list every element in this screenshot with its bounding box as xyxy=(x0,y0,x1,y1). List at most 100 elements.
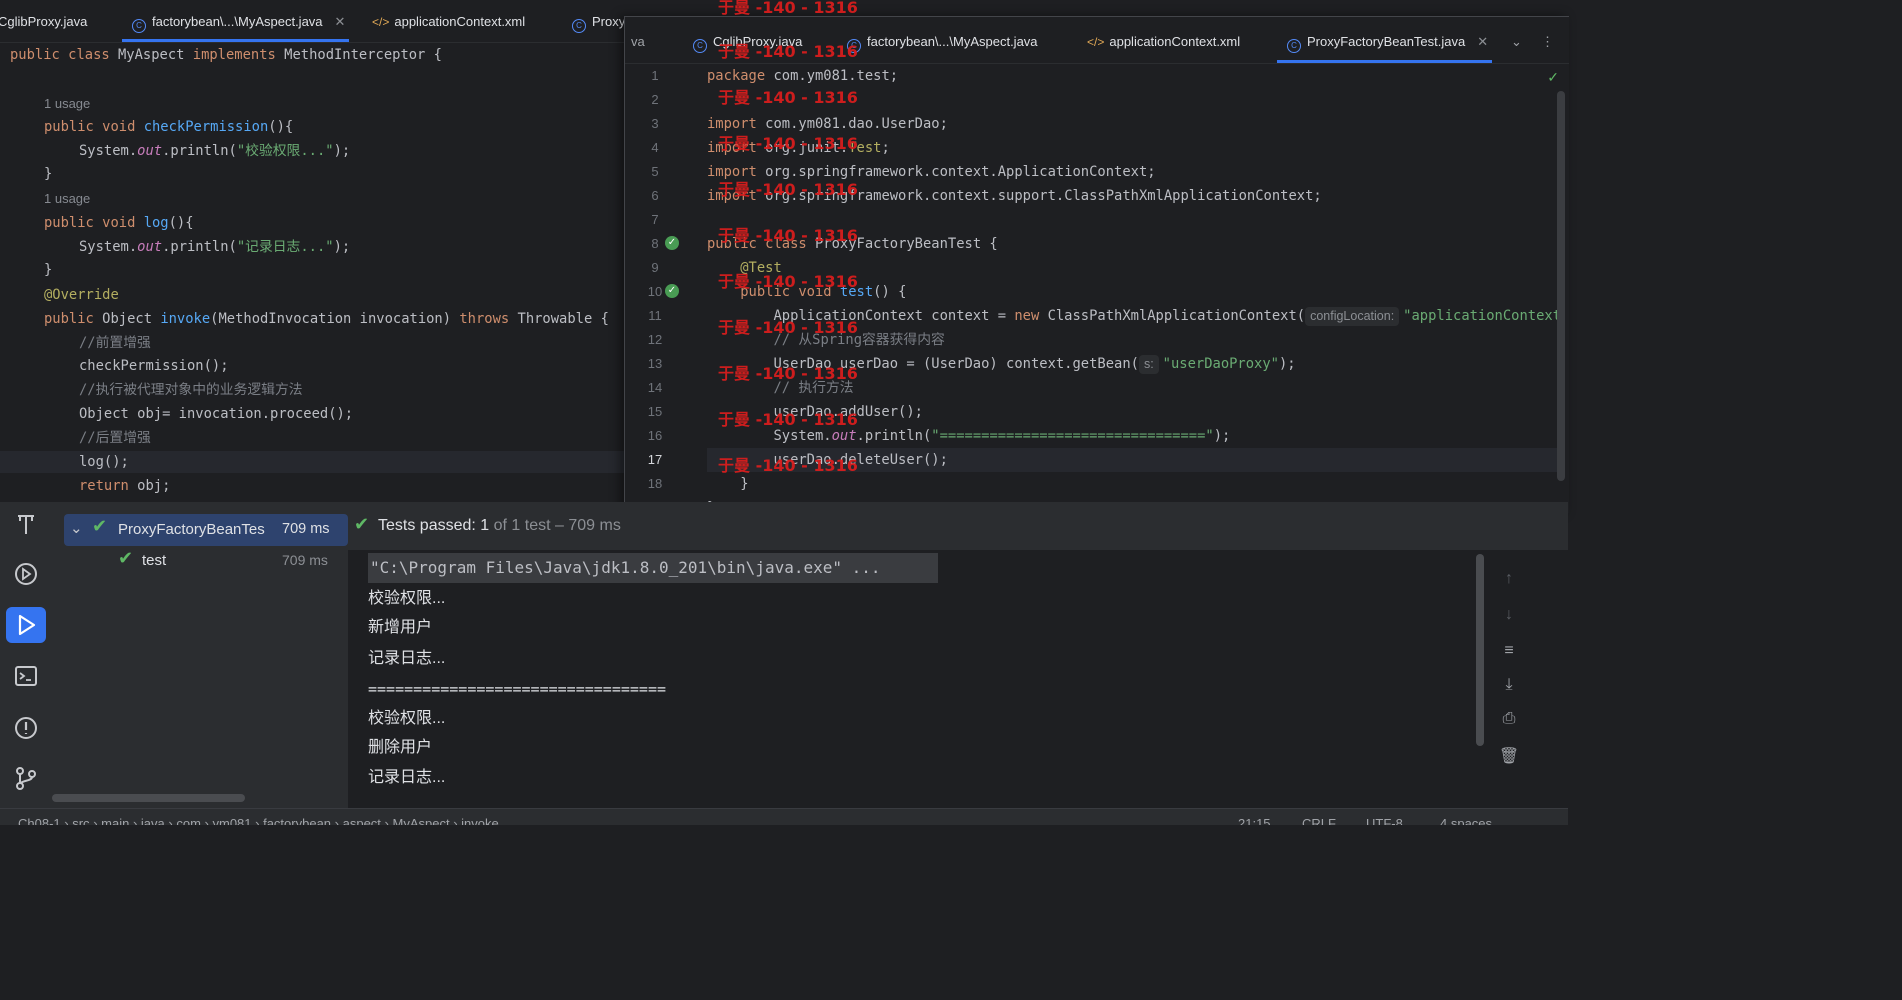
run-test-class-icon[interactable]: ✓ xyxy=(665,236,679,250)
code-line: return obj; xyxy=(79,478,171,494)
no-problems-check-icon[interactable]: ✓ xyxy=(1547,69,1559,86)
tab-label: Proxy xyxy=(592,14,626,29)
left-code-area[interactable]: public class MyAspect implements MethodI… xyxy=(0,44,626,502)
class-icon: C xyxy=(132,19,146,33)
breadcrumb[interactable]: Ch08-1 › src › main › java › com › ym081… xyxy=(18,816,499,825)
chevron-right-icon: › xyxy=(93,816,102,825)
tree-scrollbar[interactable] xyxy=(52,794,245,802)
tab-label: applicationContext.xml xyxy=(1109,34,1241,49)
soft-wrap-icon[interactable]: ≡ xyxy=(1498,642,1520,660)
close-icon[interactable]: ✕ xyxy=(335,14,346,29)
test-class-label: ProxyFactoryBeanTes xyxy=(118,521,265,538)
breadcrumb-item[interactable]: Ch08-1 xyxy=(18,816,61,825)
class-icon: C xyxy=(572,19,586,33)
test-status: Tests passed: 1 of 1 test – 709 ms xyxy=(378,517,621,535)
editor-scrollbar[interactable] xyxy=(1557,91,1565,481)
tab-label: factorybean\...\MyAspect.java xyxy=(152,14,323,29)
test-results-tree: ⌄ ✔ ProxyFactoryBeanTes 709 ms ✔ test 70… xyxy=(52,502,348,808)
breadcrumb-item[interactable]: src xyxy=(72,816,89,825)
chevron-right-icon: › xyxy=(132,816,141,825)
tab-label: ProxyFactoryBeanTest.java xyxy=(1307,34,1466,49)
more-options-icon[interactable]: ⋮ xyxy=(1541,17,1554,63)
scroll-to-end-icon[interactable]: ⤓ xyxy=(1498,676,1520,694)
line-number: 12 xyxy=(647,332,663,347)
status-bar: Ch08-1 › src › main › java › com › ym081… xyxy=(0,808,1568,825)
param-hint: configLocation: xyxy=(1305,307,1400,326)
line-number: 14 xyxy=(647,380,663,395)
tabs-dropdown-icon[interactable]: ⌄ xyxy=(1511,17,1522,63)
line-number: 7 xyxy=(651,212,659,227)
tab-proxyfactorybeantest[interactable]: C ProxyFactoryBeanTest.java ✕ xyxy=(1276,17,1493,63)
watermark-text: 于曼 -140 - 1316 xyxy=(718,226,858,245)
line-number: 4 xyxy=(651,140,659,155)
tab-partial[interactable]: va xyxy=(631,17,645,63)
status-label: Tests passed: xyxy=(378,517,476,534)
tool-window-bar xyxy=(0,502,52,808)
tab-applicationcontext[interactable]: </> applicationContext.xml xyxy=(372,0,525,42)
print-icon[interactable]: ⎙ xyxy=(1498,710,1520,728)
line-separator[interactable]: CRLF xyxy=(1302,816,1336,825)
test-tree-root[interactable]: ⌄ ✔ ProxyFactoryBeanTes 709 ms xyxy=(64,514,348,546)
breadcrumb-item[interactable]: ym081 xyxy=(212,816,251,825)
code-line: public void log(){ xyxy=(44,215,194,231)
breadcrumb-item[interactable]: MyAspect xyxy=(393,816,450,825)
problems-icon[interactable] xyxy=(6,710,46,746)
tab-label: CglibProxy.java xyxy=(0,14,88,29)
chevron-right-icon: › xyxy=(334,816,343,825)
passed-check-icon: ✔ xyxy=(92,516,108,536)
breadcrumb-item[interactable]: invoke xyxy=(461,816,499,825)
breadcrumb-item[interactable]: aspect xyxy=(343,816,381,825)
class-icon: C xyxy=(1287,39,1301,53)
arrow-up-icon[interactable]: ↑ xyxy=(1498,570,1520,588)
usage-hint[interactable]: 1 usage xyxy=(44,93,90,115)
services-icon[interactable] xyxy=(6,556,46,592)
breadcrumb-item[interactable]: java xyxy=(141,816,165,825)
tab-label: applicationContext.xml xyxy=(394,14,526,29)
watermark-text: 于曼 -140 - 1316 xyxy=(718,42,858,61)
tab-proxy[interactable]: C Proxy xyxy=(572,0,625,42)
command-line[interactable]: "C:\Program Files\Java\jdk1.8.0_201\bin\… xyxy=(368,553,938,583)
breadcrumb-item[interactable]: factorybean xyxy=(263,816,331,825)
console-header: ✔ Tests passed: 1 of 1 test – 709 ms xyxy=(348,502,1568,550)
console-scrollbar[interactable] xyxy=(1476,554,1484,746)
xml-icon: </> xyxy=(1087,35,1105,49)
run-test-method-icon[interactable]: ✓ xyxy=(665,284,679,298)
line-number: 9 xyxy=(651,260,659,275)
passed-check-icon: ✔ xyxy=(118,548,134,568)
code-line: checkPermission(); xyxy=(79,358,229,374)
tab-label: factorybean\...\MyAspect.java xyxy=(867,34,1038,49)
line-number: 3 xyxy=(651,116,659,131)
cursor-position[interactable]: 21:15 xyxy=(1238,816,1271,825)
arrow-down-icon[interactable]: ↓ xyxy=(1498,606,1520,624)
run-icon[interactable] xyxy=(6,607,46,643)
console-output-line: 记录日志... xyxy=(368,650,446,667)
breadcrumb-item[interactable]: com xyxy=(176,816,201,825)
line-number: 2 xyxy=(651,92,659,107)
tab-applicationcontext[interactable]: </> applicationContext.xml xyxy=(1087,17,1240,63)
tab-myaspect[interactable]: Cfactorybean\...\MyAspect.java xyxy=(847,17,1038,63)
chevron-down-icon[interactable]: ⌄ xyxy=(70,519,83,537)
line-number-gutter: 1 2 3 4 5 6 7 8 9 10 11 12 13 14 15 16 1… xyxy=(625,64,705,515)
chevron-right-icon: › xyxy=(453,816,462,825)
code-line: System.out.println("校验权限..."); xyxy=(79,143,351,159)
console-output-line: 记录日志... xyxy=(368,769,446,786)
line-number: 11 xyxy=(648,308,662,323)
git-icon[interactable] xyxy=(6,760,46,796)
chevron-right-icon: › xyxy=(255,816,264,825)
build-icon[interactable] xyxy=(6,506,46,542)
code-line: @Override xyxy=(44,287,119,303)
file-encoding[interactable]: UTF-8 xyxy=(1366,816,1403,825)
trash-icon[interactable]: 🗑 xyxy=(1498,746,1520,766)
tab-myaspect[interactable]: Cfactorybean\...\MyAspect.java ✕ xyxy=(121,0,350,42)
indent-setting[interactable]: 4 spaces xyxy=(1440,816,1492,825)
breadcrumb-item[interactable]: main xyxy=(101,816,129,825)
watermark-text: 于曼 -140 - 1316 xyxy=(718,364,858,383)
code-line: Object obj= invocation.proceed(); xyxy=(79,406,354,422)
close-icon[interactable]: ✕ xyxy=(1477,34,1488,49)
watermark-text: 于曼 -140 - 1316 xyxy=(718,272,858,291)
usage-hint[interactable]: 1 usage xyxy=(44,188,90,210)
left-editor-pane: CglibProxy.java Cfactorybean\...\MyAspec… xyxy=(0,0,626,502)
tab-label: va xyxy=(631,34,645,49)
tab-cglibproxy[interactable]: CglibProxy.java xyxy=(0,0,87,42)
terminal-icon[interactable] xyxy=(6,658,46,694)
